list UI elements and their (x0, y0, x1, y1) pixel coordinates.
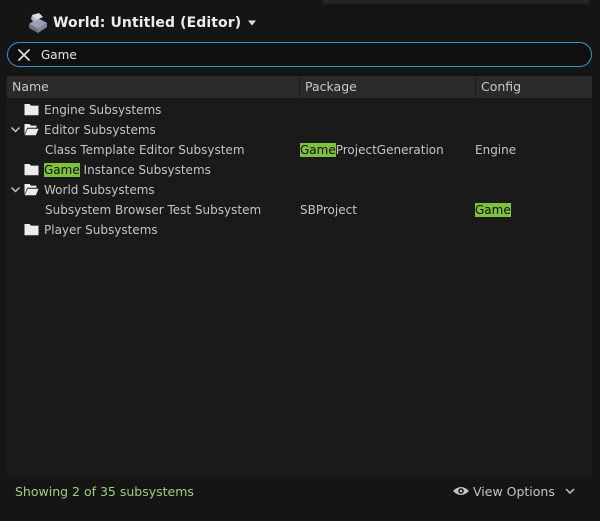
top-tab-strip (323, 0, 589, 4)
column-header-row: Name Package Config (7, 76, 592, 98)
row-label: Engine Subsystems (44, 100, 161, 120)
row-label: Editor Subsystems (44, 120, 156, 140)
folder-open-icon (24, 124, 39, 136)
eye-icon (453, 487, 469, 495)
world-selector[interactable]: World: Untitled (Editor) (26, 10, 257, 36)
label-text: World Subsystems (44, 183, 155, 197)
dropdown-caret-icon (248, 20, 257, 26)
label-text: Instance Subsystems (79, 163, 211, 177)
folder-icon (24, 104, 39, 116)
chevron-down-icon (565, 487, 575, 494)
column-header-package[interactable]: Package (300, 76, 476, 98)
status-text: Showing 2 of 35 subsystems (15, 484, 194, 499)
tree-category-row[interactable]: Game Instance Subsystems (7, 160, 592, 180)
view-options-label: View Options (473, 483, 555, 499)
search-highlight: Game (300, 143, 336, 157)
tree-category-row[interactable]: Player Subsystems (7, 220, 592, 240)
column-header-config[interactable]: Config (476, 76, 592, 98)
tree-rows: Engine Subsystems Editor Subsystems Class … (7, 100, 592, 240)
label-text: Subsystem Browser Test Subsystem (45, 203, 262, 217)
column-header-name[interactable]: Name (7, 76, 300, 98)
search-input[interactable] (41, 47, 561, 62)
search-highlight: Game (44, 163, 80, 177)
search-highlight: Game (475, 203, 511, 217)
folder-open-icon (24, 184, 39, 196)
view-options-button[interactable]: View Options (452, 482, 575, 500)
label-text: Engine Subsystems (44, 103, 162, 117)
tree-category-row[interactable]: Editor Subsystems (7, 120, 592, 140)
folder-icon (24, 224, 39, 236)
row-label: World Subsystems (44, 180, 155, 200)
config-cell: Game (475, 200, 511, 220)
expand-arrow-icon[interactable] (10, 185, 21, 195)
package-cell: SBProject (300, 200, 357, 220)
world-icon (29, 13, 47, 33)
config-text: Engine (475, 143, 517, 157)
tree-item-row[interactable]: Class Template Editor Subsystem GameProje… (7, 140, 592, 160)
config-cell: Engine (475, 140, 516, 160)
search-box (7, 42, 592, 67)
folder-icon (24, 164, 39, 176)
label-text: Editor Subsystems (44, 123, 156, 137)
row-label: Player Subsystems (44, 220, 158, 240)
label-text: Class Template Editor Subsystem (45, 143, 245, 157)
row-label: Game Instance Subsystems (44, 160, 211, 180)
world-title: World: Untitled (Editor) (53, 15, 242, 31)
label-text: Player Subsystems (44, 223, 158, 237)
tree-category-row[interactable]: Engine Subsystems (7, 100, 592, 120)
subsystem-tree: Name Package Config Engine Subsystems Edi… (7, 76, 592, 477)
clear-search-icon[interactable] (17, 48, 31, 62)
package-text: ProjectGeneration (335, 143, 444, 157)
row-label: Subsystem Browser Test Subsystem (45, 200, 261, 220)
row-label: Class Template Editor Subsystem (45, 140, 245, 160)
package-text: SBProject (300, 203, 357, 217)
package-cell: GameProjectGeneration (300, 140, 444, 160)
tree-item-row[interactable]: Subsystem Browser Test Subsystem SBProjec… (7, 200, 592, 220)
tree-category-row[interactable]: World Subsystems (7, 180, 592, 200)
expand-arrow-icon[interactable] (10, 125, 21, 135)
